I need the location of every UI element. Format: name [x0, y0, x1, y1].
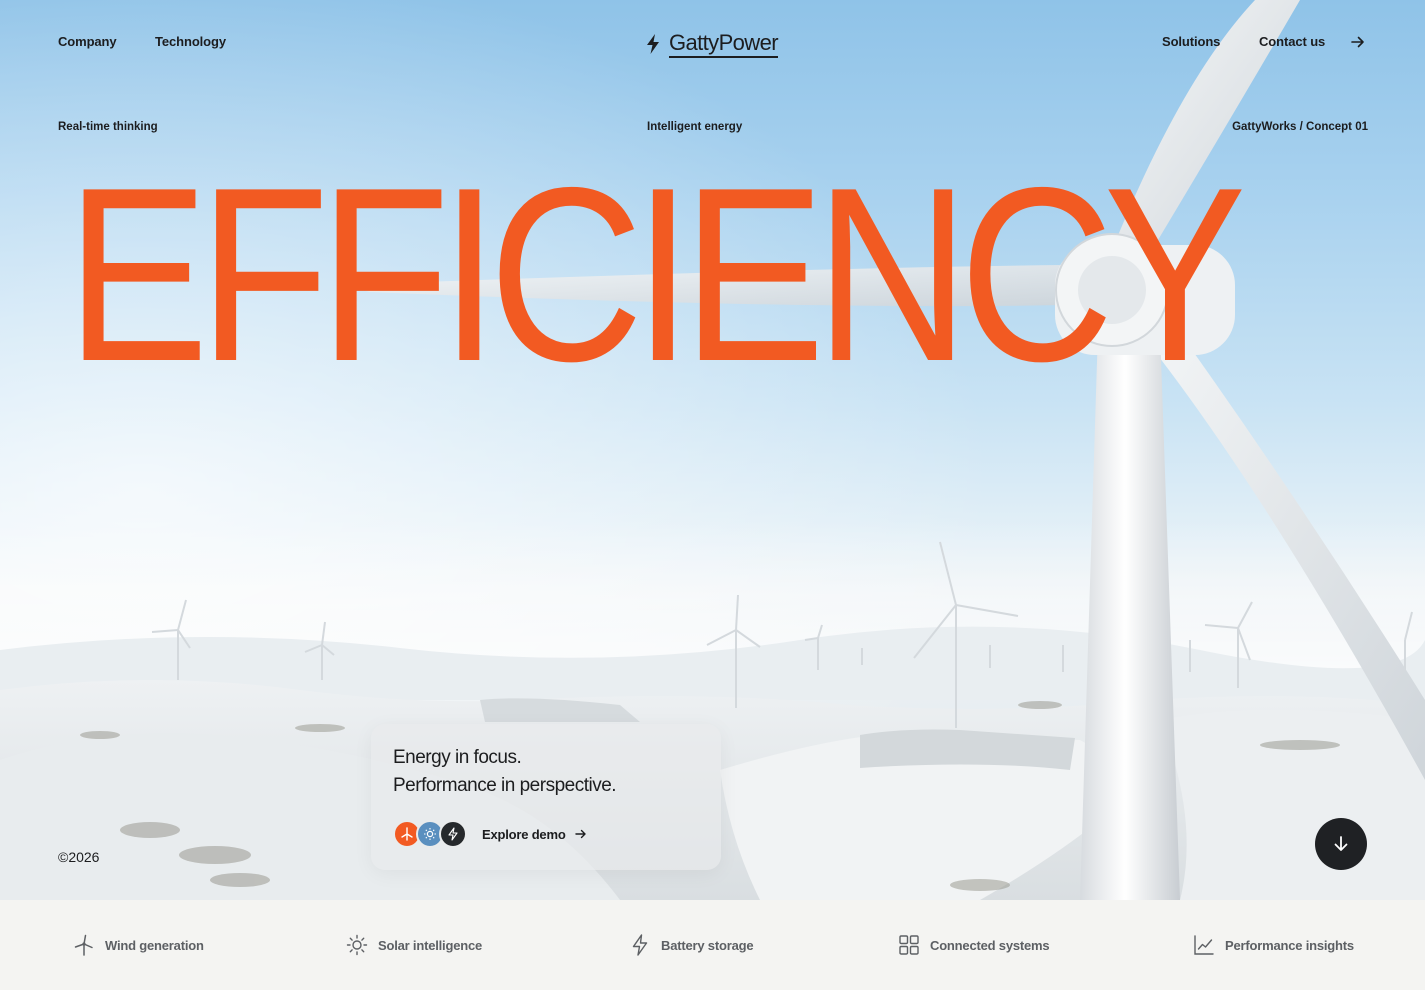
feature-performance-insights[interactable]: Performance insights — [1192, 933, 1354, 957]
wind-icon — [401, 827, 413, 841]
hero-headline: EFFICIENCY — [66, 135, 1247, 413]
hero-section: Company Technology GattyPower Solutions … — [0, 0, 1425, 900]
sun-icon — [346, 934, 368, 956]
tagline-right: GattyWorks / Concept 01 — [1232, 121, 1368, 133]
features-bar: Wind generation Solar intelligence Batte… — [0, 900, 1425, 990]
arrow-right-icon[interactable] — [1349, 33, 1367, 51]
feature-label: Wind generation — [105, 937, 204, 953]
card-line-2: Performance in perspective. — [393, 775, 617, 796]
feature-battery-storage[interactable]: Battery storage — [628, 933, 754, 957]
explore-demo-label: Explore demo — [482, 826, 566, 842]
copyright-text: ©2026 — [58, 849, 100, 865]
bolt-badge — [439, 820, 467, 848]
scroll-down-button[interactable] — [1315, 818, 1367, 870]
nav-technology-link[interactable]: Technology — [155, 34, 226, 49]
wind-turbine-icon — [74, 934, 93, 956]
line-chart-icon — [1194, 935, 1214, 955]
sun-icon — [424, 828, 436, 840]
bolt-icon — [632, 934, 648, 956]
bolt-icon — [647, 34, 659, 54]
feature-solar-intelligence[interactable]: Solar intelligence — [345, 933, 482, 957]
card-line-1: Energy in focus. — [393, 747, 522, 768]
brand-name: GattyPower — [669, 30, 779, 58]
nav-contact-link[interactable]: Contact us — [1259, 34, 1325, 49]
explore-demo-link[interactable]: Explore demo — [482, 827, 588, 842]
feature-wind-generation[interactable]: Wind generation — [72, 933, 204, 957]
promo-card: Energy in focus. Performance in perspect… — [371, 724, 721, 870]
brand-logo[interactable]: GattyPower — [645, 30, 779, 58]
arrow-right-icon — [574, 829, 586, 839]
tagline-middle: Intelligent energy — [647, 121, 743, 133]
nav-solutions-link[interactable]: Solutions — [1162, 34, 1220, 49]
nav-company-link[interactable]: Company — [58, 34, 117, 49]
tagline-left: Real-time thinking — [58, 121, 158, 133]
arrow-down-icon — [1334, 836, 1348, 851]
feature-label: Battery storage — [661, 937, 754, 953]
card-actions: Explore demo — [393, 820, 588, 848]
feature-connected-systems[interactable]: Connected systems — [897, 933, 1050, 957]
feature-label: Performance insights — [1225, 937, 1354, 953]
feature-label: Connected systems — [930, 937, 1050, 953]
bolt-icon — [448, 827, 458, 841]
grid-icon — [899, 935, 919, 955]
feature-label: Solar intelligence — [378, 937, 483, 953]
